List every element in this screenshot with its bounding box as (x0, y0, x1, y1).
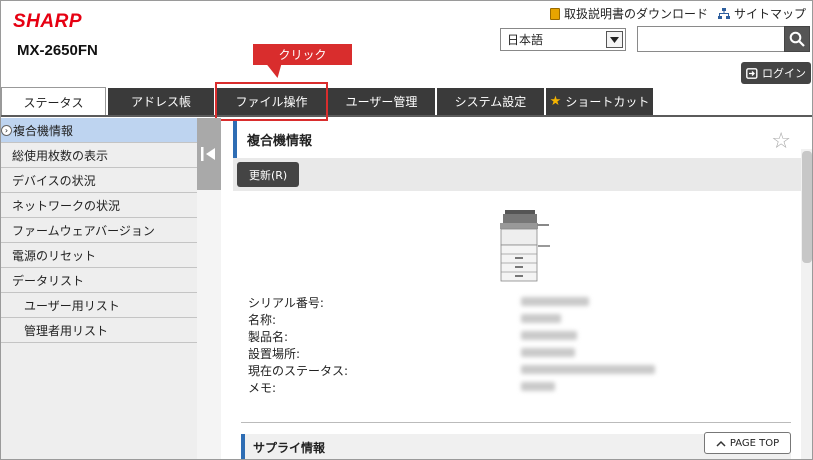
login-label: ログイン (762, 67, 806, 80)
search-icon (789, 31, 805, 47)
sitemap-link[interactable]: サイトマップ (717, 5, 806, 22)
language-value: 日本語 (507, 33, 544, 47)
supply-title: サプライ情報 (253, 441, 326, 455)
main-content: 複合機情報 ☆ 更新(R) シリアル番号: 名称: 製品名: 設置場所: 現在の… (233, 118, 801, 459)
sidebar-item-network-status[interactable]: ネットワークの状況 (1, 193, 197, 218)
sidebar-item-label: ファームウェアバージョン (12, 223, 155, 238)
favorite-star-icon[interactable]: ☆ (771, 129, 791, 154)
click-callout: クリック (253, 44, 352, 65)
info-row-product: 製品名: (248, 328, 788, 345)
tab-shortcut-label: ショートカット (565, 95, 650, 109)
sidebar-item-power-reset[interactable]: 電源のリセット (1, 243, 197, 268)
sidebar-item-label: 複合機情報 (13, 123, 74, 138)
sidebar-item-data-list[interactable]: データリスト (1, 268, 197, 293)
sidebar-item-label: デバイスの状況 (12, 173, 96, 188)
sidebar-item-device-status[interactable]: デバイスの状況 (1, 168, 197, 193)
redacted-value (521, 348, 575, 357)
tab-address-book[interactable]: アドレス帳 (108, 88, 214, 115)
refresh-label: 更新(R) (249, 168, 288, 182)
browser-frame: SHARP MX-2650FN 取扱説明書のダウンロード サイトマップ 日本語 (0, 0, 813, 460)
info-row-name: 名称: (248, 311, 788, 328)
login-icon (746, 67, 758, 79)
chevron-up-icon (716, 440, 726, 447)
page-top-button[interactable]: PAGE TOP (704, 432, 791, 454)
tab-status[interactable]: ステータス (1, 87, 106, 116)
sidebar-item-firmware[interactable]: ファームウェアバージョン (1, 218, 197, 243)
page-title: 複合機情報 (247, 134, 313, 149)
highlight-box (215, 82, 328, 121)
page-top-label: PAGE TOP (729, 437, 780, 449)
info-label: 現在のステータス: (248, 364, 349, 378)
tab-underline (1, 115, 812, 117)
sidebar-item-label: ユーザー用リスト (24, 298, 120, 313)
sidebar-item-device-info[interactable]: › 複合機情報 (1, 118, 197, 143)
tab-address-book-label: アドレス帳 (130, 95, 191, 109)
language-select[interactable]: 日本語 (500, 28, 626, 51)
tab-user-management-label: ユーザー管理 (345, 95, 418, 109)
toolbar: 更新(R) (233, 158, 801, 191)
sidebar-item-admin-list[interactable]: 管理者用リスト (1, 318, 197, 343)
sitemap-label: サイトマップ (733, 7, 806, 21)
scrollbar-thumb[interactable] (802, 151, 812, 263)
redacted-value (521, 331, 577, 340)
redacted-value (521, 297, 589, 306)
info-row-status: 現在のステータス: (248, 362, 788, 379)
page-title-bar: 複合機情報 ☆ (233, 121, 801, 158)
tab-user-management[interactable]: ユーザー管理 (328, 88, 435, 115)
sidebar-item-user-list[interactable]: ユーザー用リスト (1, 293, 197, 318)
chevron-down-icon[interactable] (606, 31, 623, 48)
search-input[interactable] (637, 26, 785, 52)
model-name: MX-2650FN (17, 42, 98, 59)
collapse-left-icon (201, 147, 215, 161)
login-button[interactable]: ログイン (741, 62, 811, 84)
callout-pointer (266, 64, 287, 78)
search-button[interactable] (784, 26, 810, 52)
chevron-right-icon: › (1, 124, 12, 136)
info-row-serial: シリアル番号: (248, 294, 788, 311)
info-label: シリアル番号: (248, 296, 324, 310)
main-tabs: ステータス アドレス帳 ファイル操作 ユーザー管理 システム設定 ★ ショートカ… (1, 87, 812, 116)
section-divider (241, 422, 791, 423)
sidebar-gutter (197, 190, 221, 459)
redacted-value (521, 314, 561, 323)
sharp-logo: SHARP (13, 11, 83, 32)
info-label: メモ: (248, 381, 277, 395)
info-label: 設置場所: (248, 347, 301, 361)
info-row-memo: メモ: (248, 379, 788, 396)
star-icon: ★ (549, 94, 562, 109)
sidebar-collapse-button[interactable] (197, 118, 221, 190)
tab-status-label: ステータス (23, 95, 84, 110)
sidebar-item-label: ネットワークの状況 (12, 198, 121, 213)
tab-system-settings[interactable]: システム設定 (437, 88, 544, 115)
manual-download-label: 取扱説明書のダウンロード (563, 7, 708, 21)
sitemap-icon (717, 7, 730, 19)
info-row-location: 設置場所: (248, 345, 788, 362)
manual-download-link[interactable]: 取扱説明書のダウンロード (549, 5, 708, 22)
tab-system-settings-label: システム設定 (454, 95, 527, 109)
info-label: 製品名: (248, 330, 289, 344)
sidebar-item-label: 電源のリセット (12, 248, 97, 263)
sidebar-item-label: 総使用枚数の表示 (12, 148, 109, 163)
redacted-value (521, 365, 655, 374)
tab-shortcut[interactable]: ★ ショートカット (546, 88, 653, 115)
book-icon (549, 7, 560, 20)
sidebar-item-label: 管理者用リスト (24, 323, 109, 338)
sidebar-item-total-count[interactable]: 総使用枚数の表示 (1, 143, 197, 168)
printer-image (500, 210, 550, 282)
info-label: 名称: (248, 313, 277, 327)
redacted-value (521, 382, 555, 391)
top-links: 取扱説明書のダウンロード サイトマップ (549, 5, 806, 22)
refresh-button[interactable]: 更新(R) (237, 162, 300, 187)
sidebar: › 複合機情報 総使用枚数の表示 デバイスの状況 ネットワークの状況 ファームウ… (1, 118, 197, 459)
sidebar-item-label: データリスト (12, 273, 85, 288)
